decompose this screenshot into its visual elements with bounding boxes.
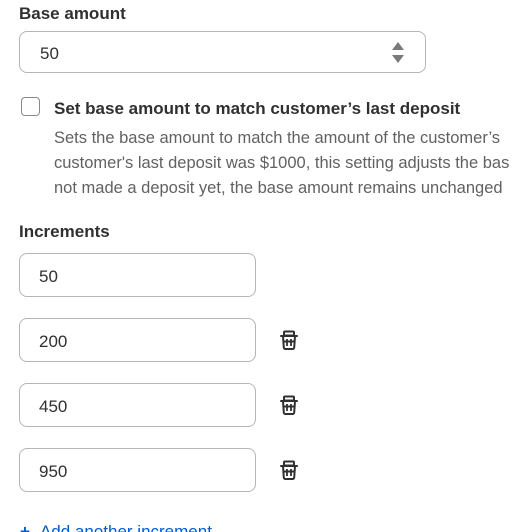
help-line: customer's last deposit was $1000, this …: [54, 154, 510, 172]
increment-value: 950: [39, 462, 68, 481]
increment-input[interactable]: 200: [19, 318, 256, 362]
increment-value: 200: [39, 332, 68, 351]
increment-input[interactable]: 50: [19, 253, 256, 297]
plus-icon: +: [20, 522, 30, 532]
trash-icon[interactable]: [278, 329, 300, 351]
match-deposit-help-text: Sets the base amount to match the amount…: [54, 126, 526, 201]
increment-value: 50: [39, 267, 58, 286]
add-increment-label[interactable]: Add another increment: [40, 522, 212, 532]
base-amount-value: 50: [40, 44, 59, 63]
settings-form: Base amount 50 Set base amount to match …: [0, 0, 526, 532]
decrement-arrow-icon[interactable]: [392, 55, 404, 63]
match-deposit-checkbox[interactable]: [21, 97, 40, 116]
increment-arrow-icon[interactable]: [392, 42, 404, 50]
increments-label: Increments: [19, 222, 110, 241]
increment-value: 450: [39, 397, 68, 416]
increment-input[interactable]: 450: [19, 383, 256, 427]
base-amount-label: Base amount: [19, 4, 126, 23]
help-line: not made a deposit yet, the base amount …: [54, 179, 503, 197]
trash-icon[interactable]: [278, 394, 300, 416]
help-line: Sets the base amount to match the amount…: [54, 129, 501, 147]
stepper-icon[interactable]: [392, 41, 404, 65]
base-amount-input[interactable]: 50: [19, 31, 426, 73]
increment-input[interactable]: 950: [19, 448, 256, 492]
add-increment-link[interactable]: + Add another increment: [20, 522, 212, 532]
match-deposit-label[interactable]: Set base amount to match customer’s last…: [54, 99, 460, 119]
trash-icon[interactable]: [278, 459, 300, 481]
